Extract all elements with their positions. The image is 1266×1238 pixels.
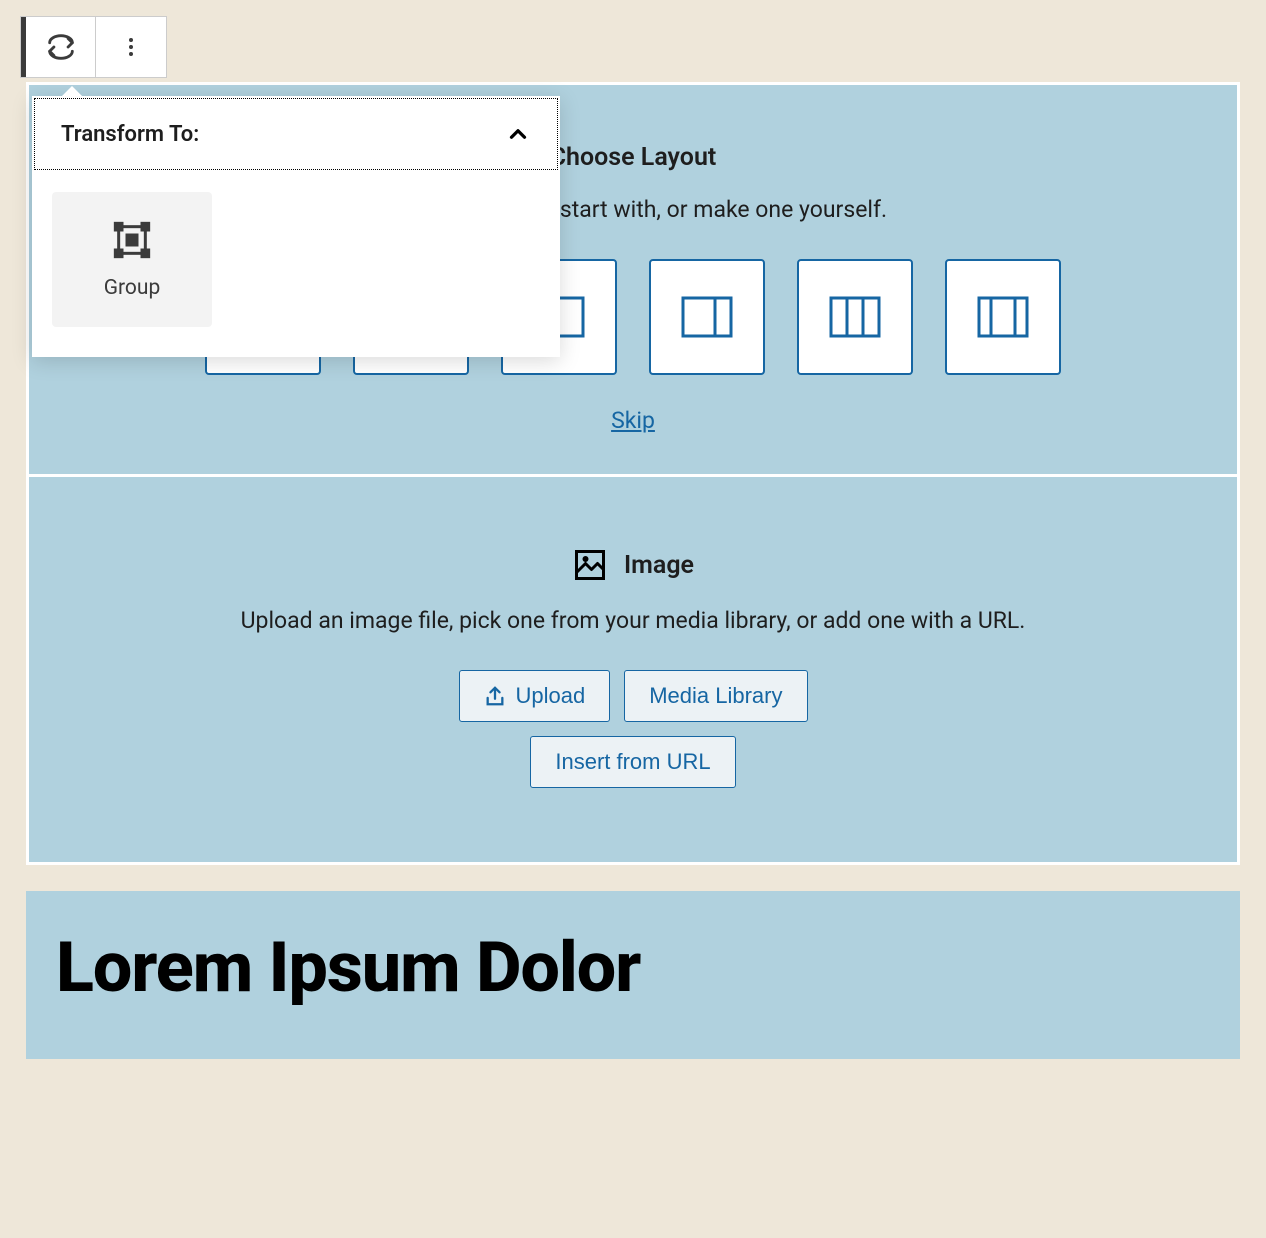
layout-25-50-25-icon <box>977 296 1029 338</box>
transform-option-label: Group <box>104 276 161 300</box>
image-title-row: Image <box>69 547 1197 583</box>
upload-button[interactable]: Upload <box>459 670 611 722</box>
insert-from-url-button[interactable]: Insert from URL <box>530 736 735 788</box>
image-icon <box>572 547 608 583</box>
popover-body: Group <box>32 172 560 327</box>
image-buttons-row: Upload Media Library <box>69 670 1197 736</box>
media-library-button[interactable]: Media Library <box>624 670 807 722</box>
insert-url-label: Insert from URL <box>555 749 710 775</box>
upload-button-label: Upload <box>516 683 586 709</box>
more-vertical-icon <box>119 35 143 59</box>
media-library-label: Media Library <box>649 683 782 709</box>
transform-button[interactable] <box>26 17 96 77</box>
columns-title: Choose Layout <box>550 143 717 172</box>
transform-icon <box>44 30 78 64</box>
heading-text: Lorem Ipsum Dolor <box>56 927 1210 1009</box>
popover-title: Transform To: <box>61 122 199 147</box>
popover-header[interactable]: Transform To: <box>34 98 558 170</box>
layout-33-33-33-icon <box>829 296 881 338</box>
image-title: Image <box>624 551 694 580</box>
layout-option-70-30[interactable] <box>649 259 765 375</box>
skip-link[interactable]: Skip <box>611 407 655 434</box>
layout-option-33-33-33[interactable] <box>797 259 913 375</box>
block-toolbar <box>20 16 167 78</box>
chevron-up-icon <box>505 121 531 147</box>
more-options-button[interactable] <box>96 17 166 77</box>
group-icon <box>112 220 152 260</box>
transform-option-group[interactable]: Group <box>52 192 212 327</box>
heading-block[interactable]: Lorem Ipsum Dolor <box>26 891 1240 1059</box>
image-description: Upload an image file, pick one from your… <box>69 607 1197 634</box>
transform-popover: Transform To: Group <box>32 96 560 357</box>
image-placeholder: Image Upload an image file, pick one fro… <box>29 477 1237 862</box>
layout-70-30-icon <box>681 296 733 338</box>
upload-icon <box>484 685 506 707</box>
image-buttons-row-2: Insert from URL <box>69 736 1197 802</box>
layout-option-25-50-25[interactable] <box>945 259 1061 375</box>
